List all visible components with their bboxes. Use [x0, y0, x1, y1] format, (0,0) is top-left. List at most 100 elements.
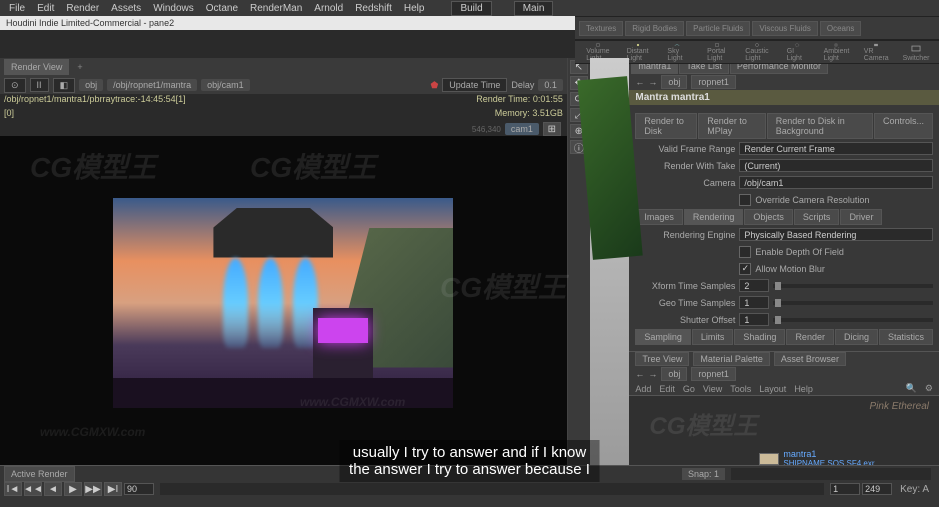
- frame-range-dropdown[interactable]: Render Current Frame: [739, 142, 933, 155]
- shelf-tab[interactable]: Textures: [579, 21, 623, 36]
- geo-field[interactable]: 1: [739, 296, 769, 309]
- net-menu-add[interactable]: Add: [635, 384, 651, 394]
- render-view-tab[interactable]: Render View: [4, 59, 69, 75]
- vr-camera-icon[interactable]: VR Camera: [866, 42, 886, 62]
- sky-light-icon[interactable]: Sky Light: [667, 42, 687, 62]
- bc-ropnet[interactable]: ropnet1: [691, 75, 736, 89]
- menu-octane[interactable]: Octane: [201, 3, 243, 14]
- snap-label[interactable]: Snap: 1: [682, 468, 725, 480]
- shelf-tab[interactable]: Particle Fluids: [686, 21, 750, 36]
- current-frame-field[interactable]: [124, 483, 154, 495]
- net-search-icon[interactable]: 🔍: [906, 383, 917, 394]
- add-tab-button[interactable]: +: [77, 62, 82, 72]
- next-key-button[interactable]: ▶▶: [84, 482, 102, 496]
- net-menu-edit[interactable]: Edit: [659, 384, 675, 394]
- menu-assets[interactable]: Assets: [106, 3, 146, 14]
- tab-images[interactable]: Images: [635, 209, 683, 225]
- net-gear-icon[interactable]: ⚙: [925, 383, 933, 394]
- engine-dropdown[interactable]: Physically Based Rendering: [739, 228, 933, 241]
- menu-renderman[interactable]: RenderMan: [245, 3, 307, 14]
- play-forward-button[interactable]: ▶: [64, 482, 82, 496]
- net-menu-go[interactable]: Go: [683, 384, 695, 394]
- network-mat-tab[interactable]: Material Palette: [693, 352, 770, 366]
- net-menu-view[interactable]: View: [703, 384, 722, 394]
- portal-light-icon[interactable]: Portal Light: [707, 42, 727, 62]
- geo-slider[interactable]: [773, 301, 933, 305]
- delay-field[interactable]: 0.1: [538, 79, 563, 91]
- render-viewport[interactable]: CG模型王 CG模型王 CG模型王 www.CGMXW.com www.CGMX…: [0, 136, 567, 469]
- pause-button[interactable]: II: [30, 78, 49, 92]
- play-button[interactable]: ⊙: [4, 78, 26, 93]
- timeline-scrubber[interactable]: [160, 483, 824, 495]
- mblur-checkbox[interactable]: [739, 263, 751, 275]
- camera-field[interactable]: /obj/cam1: [739, 176, 933, 189]
- xform-field[interactable]: 2: [739, 279, 769, 292]
- network-tree-tab[interactable]: Tree View: [635, 352, 689, 366]
- net-menu-tools[interactable]: Tools: [730, 384, 751, 394]
- shelf-tab[interactable]: Oceans: [820, 21, 862, 36]
- expand-icon[interactable]: ⊞: [543, 122, 561, 136]
- path-obj[interactable]: obj: [79, 79, 103, 91]
- start-frame-field[interactable]: [830, 483, 860, 495]
- tab-sampling[interactable]: Sampling: [635, 329, 691, 345]
- render-to-disk-button[interactable]: Render to Disk: [635, 113, 697, 139]
- path-mantra[interactable]: /obj/ropnet1/mantra: [107, 79, 197, 91]
- network-asset-tab[interactable]: Asset Browser: [774, 352, 846, 366]
- update-time-button[interactable]: Update Time: [442, 78, 507, 92]
- tab-dicing[interactable]: Dicing: [835, 329, 878, 345]
- tab-scripts[interactable]: Scripts: [794, 209, 840, 225]
- shutter-field[interactable]: 1: [739, 313, 769, 326]
- dof-checkbox[interactable]: [739, 246, 751, 258]
- take-dropdown[interactable]: (Current): [739, 159, 933, 172]
- play-back-button[interactable]: ◄: [44, 482, 62, 496]
- net-menu-layout[interactable]: Layout: [759, 384, 786, 394]
- node-name-header[interactable]: Mantra mantra1: [629, 90, 939, 105]
- tab-driver[interactable]: Driver: [840, 209, 882, 225]
- gi-light-icon[interactable]: GI Light: [787, 42, 807, 62]
- path-cam[interactable]: obj/cam1: [201, 79, 250, 91]
- prev-key-button[interactable]: ◄◄: [24, 482, 42, 496]
- caustic-light-icon[interactable]: Caustic Light: [747, 42, 767, 62]
- stop-button[interactable]: ◧: [53, 78, 76, 93]
- net-bc-obj[interactable]: obj: [661, 367, 687, 381]
- render-to-mplay-button[interactable]: Render to MPlay: [698, 113, 765, 139]
- tab-limits[interactable]: Limits: [692, 329, 734, 345]
- shelf-tab[interactable]: Viscous Fluids: [752, 21, 817, 36]
- switcher-icon[interactable]: Switcher: [906, 42, 926, 62]
- camera-chip[interactable]: cam1: [505, 123, 539, 135]
- menu-windows[interactable]: Windows: [148, 3, 199, 14]
- xform-slider[interactable]: [773, 284, 933, 288]
- scene-viewport[interactable]: [590, 58, 630, 483]
- menu-file[interactable]: File: [4, 3, 30, 14]
- shutter-slider[interactable]: [773, 318, 933, 322]
- forward-icon[interactable]: →: [648, 77, 657, 87]
- net-menu-help[interactable]: Help: [794, 384, 813, 394]
- menu-redshift[interactable]: Redshift: [350, 3, 397, 14]
- end-frame-field[interactable]: [862, 483, 892, 495]
- tab-rendering[interactable]: Rendering: [684, 209, 744, 225]
- controls-button[interactable]: Controls...: [874, 113, 933, 139]
- menu-help[interactable]: Help: [399, 3, 430, 14]
- first-frame-button[interactable]: I◄: [4, 482, 22, 496]
- tab-render[interactable]: Render: [786, 329, 834, 345]
- tab-objects[interactable]: Objects: [744, 209, 793, 225]
- timeline-track[interactable]: [731, 468, 931, 480]
- net-bc-ropnet[interactable]: ropnet1: [691, 367, 736, 381]
- tab-statistics[interactable]: Statistics: [879, 329, 933, 345]
- ambient-light-icon[interactable]: Ambient Light: [826, 42, 846, 62]
- shelf-tab[interactable]: Rigid Bodies: [625, 21, 684, 36]
- menu-render[interactable]: Render: [61, 3, 104, 14]
- bc-obj[interactable]: obj: [661, 75, 687, 89]
- back-icon[interactable]: ←: [635, 77, 644, 87]
- stop-icon[interactable]: ⬟: [430, 80, 438, 91]
- back-icon[interactable]: ←: [635, 369, 644, 379]
- distant-light-icon[interactable]: Distant Light: [628, 42, 648, 62]
- desktop-build[interactable]: Build: [451, 1, 491, 16]
- menu-arnold[interactable]: Arnold: [309, 3, 348, 14]
- tab-shading[interactable]: Shading: [734, 329, 785, 345]
- forward-icon[interactable]: →: [648, 369, 657, 379]
- last-frame-button[interactable]: ▶I: [104, 482, 122, 496]
- override-res-checkbox[interactable]: [739, 194, 751, 206]
- render-bg-button[interactable]: Render to Disk in Background: [767, 113, 873, 139]
- menu-edit[interactable]: Edit: [32, 3, 59, 14]
